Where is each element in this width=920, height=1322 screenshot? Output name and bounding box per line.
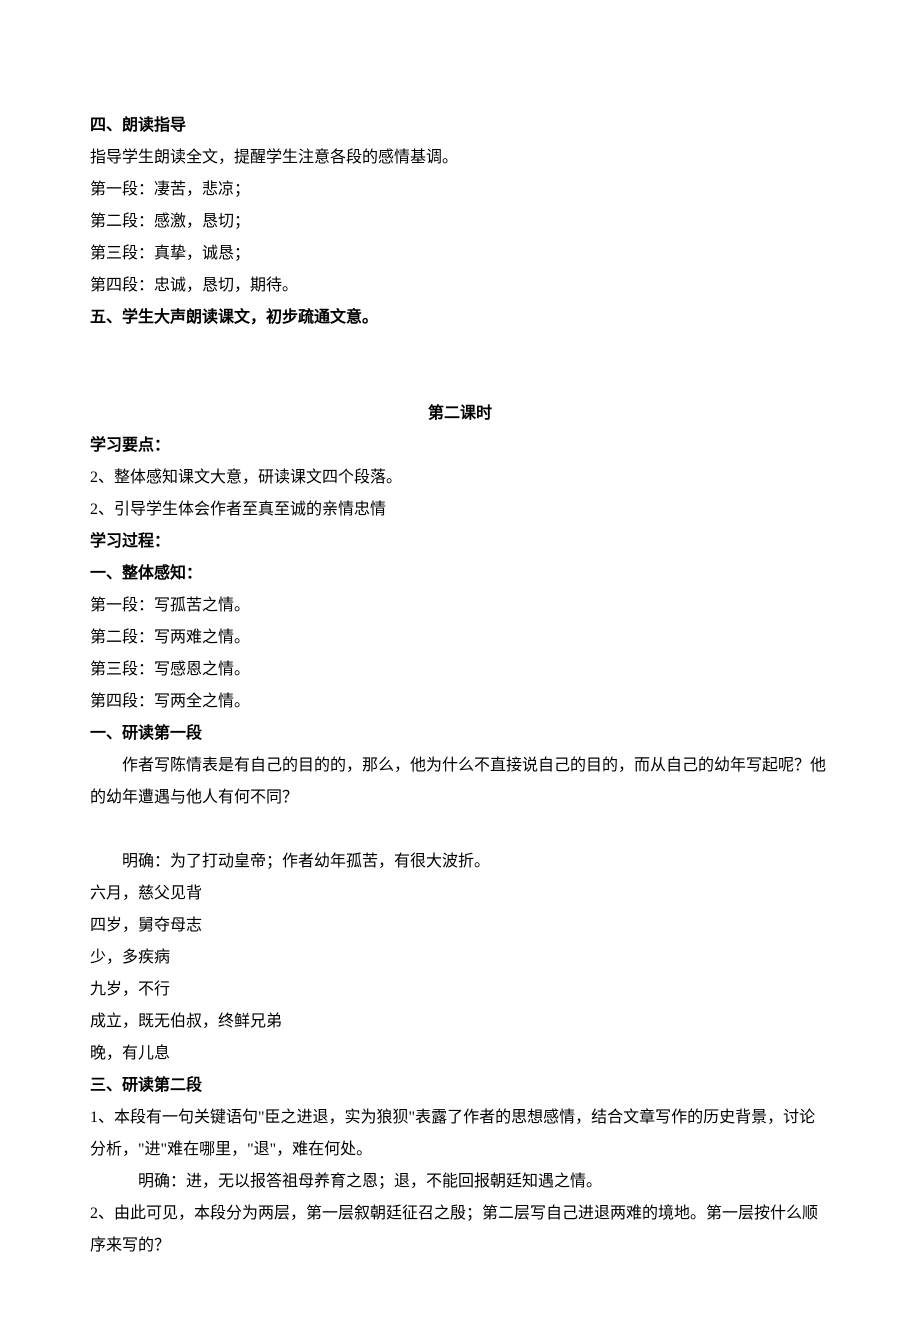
read2-q1: 1、本段有一句关键语句"臣之进退，实为狼狈"表露了作者的思想感情，结合文章写作的… bbox=[90, 1102, 830, 1166]
read1-l4: 九岁，不行 bbox=[90, 974, 830, 1006]
read1-answer: 明确：为了打动皇帝；作者幼年孤苦，有很大波折。 bbox=[90, 846, 830, 878]
lesson2-title: 第二课时 bbox=[90, 398, 830, 430]
overall-p3: 第三段：写感恩之情。 bbox=[90, 654, 830, 686]
overall-title: 一、整体感知： bbox=[90, 558, 830, 590]
read1-l5: 成立，既无伯叔，终鲜兄弟 bbox=[90, 1006, 830, 1038]
read1-l1: 六月，慈父见背 bbox=[90, 878, 830, 910]
section4-p4: 第四段：忠诚，恳切，期待。 bbox=[90, 270, 830, 302]
read2-q2: 2、由此可见，本段分为两层，第一层叙朝廷征召之殷；第二层写自己进退两难的境地。第… bbox=[90, 1198, 830, 1262]
points-label: 学习要点： bbox=[90, 430, 830, 462]
section4-p3: 第三段：真挚，诚恳； bbox=[90, 238, 830, 270]
overall-p4: 第四段：写两全之情。 bbox=[90, 686, 830, 718]
point2: 2、引导学生体会作者至真至诚的亲情忠情 bbox=[90, 494, 830, 526]
point1: 2、整体感知课文大意，研读课文四个段落。 bbox=[90, 462, 830, 494]
read1-title: 一、研读第一段 bbox=[90, 718, 830, 750]
section4-p1: 第一段：凄苦，悲凉； bbox=[90, 174, 830, 206]
read1-l2: 四岁，舅夺母志 bbox=[90, 910, 830, 942]
section5-title: 五、学生大声朗读课文，初步疏通文意。 bbox=[90, 302, 830, 334]
section4-intro: 指导学生朗读全文，提醒学生注意各段的感情基调。 bbox=[90, 142, 830, 174]
read1-l6: 晚，有儿息 bbox=[90, 1038, 830, 1070]
section4-title: 四、朗读指导 bbox=[90, 110, 830, 142]
overall-p2: 第二段：写两难之情。 bbox=[90, 622, 830, 654]
read1-l3: 少，多疾病 bbox=[90, 942, 830, 974]
section4-p2: 第二段：感激，恳切； bbox=[90, 206, 830, 238]
read2-a1: 明确：进，无以报答祖母养育之恩；退，不能回报朝廷知遇之情。 bbox=[90, 1166, 830, 1198]
process-label: 学习过程： bbox=[90, 526, 830, 558]
read2-title: 三、研读第二段 bbox=[90, 1070, 830, 1102]
overall-p1: 第一段：写孤苦之情。 bbox=[90, 590, 830, 622]
read1-question: 作者写陈情表是有自己的目的的，那么，他为什么不直接说自己的目的，而从自己的幼年写… bbox=[90, 750, 830, 814]
